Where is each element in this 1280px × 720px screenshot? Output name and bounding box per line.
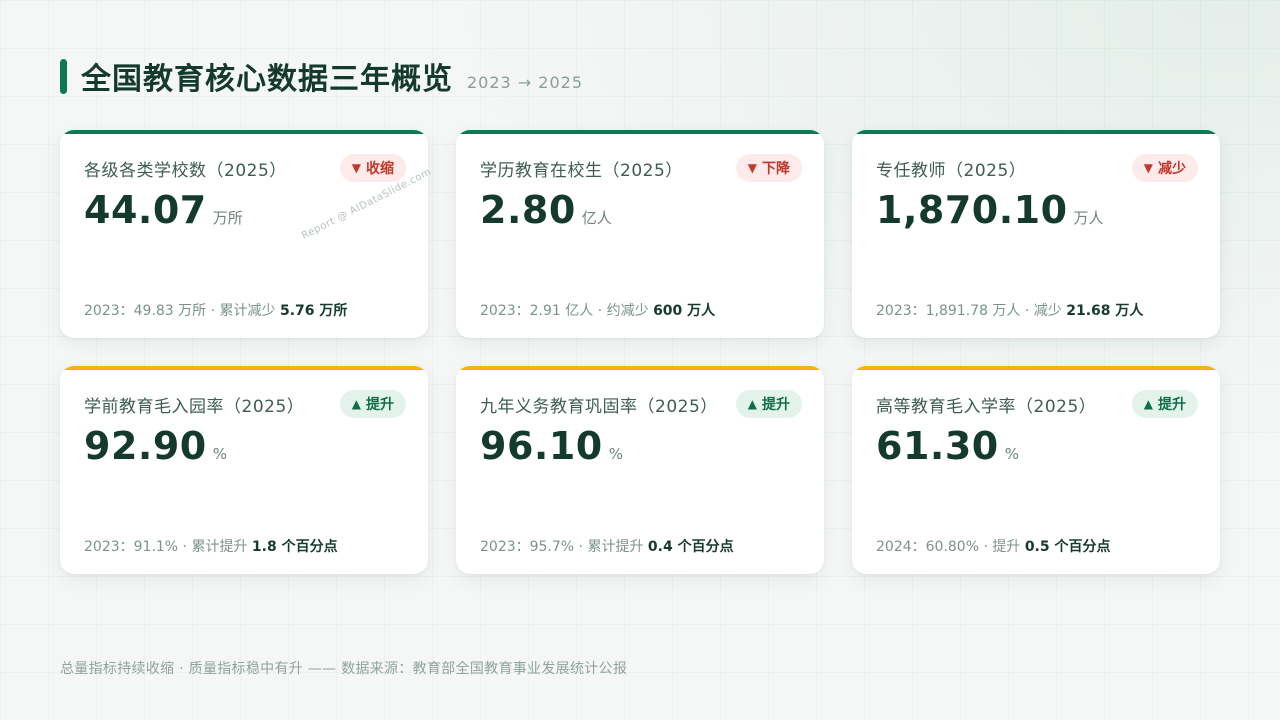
down-arrow-icon: ▼ xyxy=(1143,161,1153,175)
value-row: 96.10 % xyxy=(480,424,623,468)
card-note: 2023：49.83 万所 · 累计减少 5.76 万所 xyxy=(84,300,347,320)
trend-badge: ▲ 提升 xyxy=(339,390,406,418)
trend-badge: ▲ 提升 xyxy=(1131,390,1198,418)
kpi-unit: 万所 xyxy=(212,209,243,227)
note-highlight: 600 万人 xyxy=(653,303,716,319)
trend-badge: ▼ 收缩 xyxy=(339,154,406,182)
note-highlight: 0.5 个百分点 xyxy=(1024,539,1111,555)
kpi-value: 44.07 xyxy=(84,188,207,232)
kpi-value: 2.80 xyxy=(480,188,576,232)
note-highlight: 1.8 个百分点 xyxy=(251,539,338,555)
page-subtitle: 2023 → 2025 xyxy=(467,72,584,92)
card-label: 高等教育毛入学率（2025） xyxy=(876,397,1097,417)
card-label: 学前教育毛入园率（2025） xyxy=(84,397,305,417)
title-accent-bar xyxy=(60,58,67,94)
note-text: 2023：2.91 亿人 · 约减少 xyxy=(480,303,654,319)
value-row: 61.30 % xyxy=(876,424,1019,468)
page-title: 全国教育核心数据三年概览 xyxy=(81,62,453,97)
kpi-unit: % xyxy=(212,445,227,463)
note-text: 2023：49.83 万所 · 累计减少 xyxy=(84,303,280,319)
down-arrow-icon: ▼ xyxy=(351,161,361,175)
trend-badge: ▼ 减少 xyxy=(1131,154,1198,182)
value-row: 44.07 万所 xyxy=(84,188,243,232)
kpi-value: 92.90 xyxy=(84,424,207,468)
down-arrow-icon: ▼ xyxy=(747,161,757,175)
kpi-unit: 亿人 xyxy=(581,209,612,227)
card-note: 2024：60.80% · 提升 0.5 个百分点 xyxy=(876,536,1111,556)
card-label: 学历教育在校生（2025） xyxy=(480,161,683,181)
card-label: 九年义务教育巩固率（2025） xyxy=(480,397,718,417)
card-note: 2023：95.7% · 累计提升 0.4 个百分点 xyxy=(480,536,734,556)
kpi-unit: 万人 xyxy=(1073,209,1104,227)
value-row: 2.80 亿人 xyxy=(480,188,612,232)
trend-badge: ▼ 下降 xyxy=(735,154,802,182)
footer-note: 总量指标持续收缩 · 质量指标稳中有升 —— 数据来源：教育部全国教育事业发展统… xyxy=(60,661,628,677)
note-text: 2023：91.1% · 累计提升 xyxy=(84,539,252,555)
card-note: 2023：2.91 亿人 · 约减少 600 万人 xyxy=(480,300,715,320)
card-note: 2023：91.1% · 累计提升 1.8 个百分点 xyxy=(84,536,338,556)
trend-badge-label: 收缩 xyxy=(366,161,394,177)
trend-badge-label: 提升 xyxy=(762,397,790,413)
kpi-unit: % xyxy=(1004,445,1019,463)
note-highlight: 21.68 万人 xyxy=(1066,303,1144,319)
value-row: 92.90 % xyxy=(84,424,227,468)
kpi-value: 96.10 xyxy=(480,424,603,468)
note-text: 2023：95.7% · 累计提升 xyxy=(480,539,648,555)
note-text: 2024：60.80% · 提升 xyxy=(876,539,1025,555)
page-header: 全国教育核心数据三年概览 2023 → 2025 xyxy=(60,54,583,98)
trend-badge-label: 提升 xyxy=(1158,397,1186,413)
kpi-card-students: 学历教育在校生（2025） ▼ 下降 2.80 亿人 2023：2.91 亿人 … xyxy=(456,130,824,338)
kpi-card-higher-ed-rate: 高等教育毛入学率（2025） ▲ 提升 61.30 % 2024：60.80% … xyxy=(852,366,1220,574)
note-text: 2023：1,891.78 万人 · 减少 xyxy=(876,303,1067,319)
kpi-value: 61.30 xyxy=(876,424,999,468)
kpi-card-preschool-rate: 学前教育毛入园率（2025） ▲ 提升 92.90 % 2023：91.1% ·… xyxy=(60,366,428,574)
trend-badge-label: 提升 xyxy=(366,397,394,413)
kpi-value: 1,870.10 xyxy=(876,188,1068,232)
up-arrow-icon: ▲ xyxy=(747,397,757,411)
card-label: 各级各类学校数（2025） xyxy=(84,161,287,181)
trend-badge: ▲ 提升 xyxy=(735,390,802,418)
card-label: 专任教师（2025） xyxy=(876,161,1027,181)
kpi-card-teachers: 专任教师（2025） ▼ 减少 1,870.10 万人 2023：1,891.7… xyxy=(852,130,1220,338)
card-note: 2023：1,891.78 万人 · 减少 21.68 万人 xyxy=(876,300,1143,320)
kpi-card-schools: 各级各类学校数（2025） ▼ 收缩 44.07 万所 2023：49.83 万… xyxy=(60,130,428,338)
kpi-unit: % xyxy=(608,445,623,463)
up-arrow-icon: ▲ xyxy=(351,397,361,411)
trend-badge-label: 下降 xyxy=(762,161,790,177)
up-arrow-icon: ▲ xyxy=(1143,397,1153,411)
note-highlight: 5.76 万所 xyxy=(279,303,348,319)
kpi-card-compulsory-rate: 九年义务教育巩固率（2025） ▲ 提升 96.10 % 2023：95.7% … xyxy=(456,366,824,574)
value-row: 1,870.10 万人 xyxy=(876,188,1104,232)
kpi-card-grid: 各级各类学校数（2025） ▼ 收缩 44.07 万所 2023：49.83 万… xyxy=(60,130,1220,574)
note-highlight: 0.4 个百分点 xyxy=(647,539,734,555)
trend-badge-label: 减少 xyxy=(1158,161,1186,177)
